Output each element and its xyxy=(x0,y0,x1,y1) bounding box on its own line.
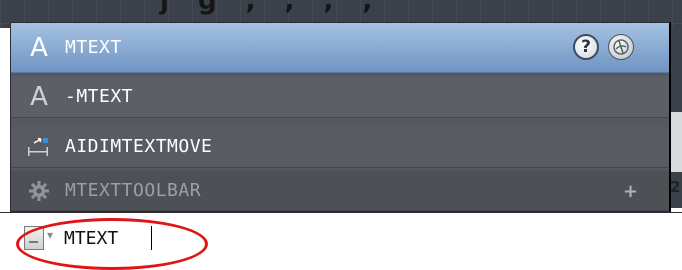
help-icon[interactable]: ? xyxy=(573,34,599,60)
autocomplete-item-mtexttoolbar[interactable]: MTEXTTOOLBAR + xyxy=(11,171,669,211)
gear-icon xyxy=(21,179,57,203)
red-highlight-annotation xyxy=(16,218,208,270)
autocomplete-item-label: AIDIMTEXTMOVE xyxy=(65,136,213,157)
autocomplete-item-label: MTEXTTOOLBAR xyxy=(65,180,202,201)
mtext-a-icon: A xyxy=(30,81,48,112)
search-web-icon[interactable] xyxy=(608,34,634,60)
right-panel-number: 2 xyxy=(670,178,681,196)
autocomplete-item-aidimtextmove[interactable]: AIDIMTEXTMOVE xyxy=(11,126,669,168)
autocomplete-item-mtext[interactable]: A MTEXT ? xyxy=(11,23,669,73)
dimension-text-move-icon xyxy=(21,135,57,159)
autocomplete-item-label: MTEXT xyxy=(65,37,122,58)
autocomplete-item-dash-mtext[interactable]: A -MTEXT xyxy=(11,76,669,118)
autocomplete-item-label: -MTEXT xyxy=(65,86,134,107)
command-autocomplete-list: A MTEXT ? A -MTEXT AIDIMTEXTMOVE MTEXTTO… xyxy=(10,22,671,212)
mtext-a-icon: A xyxy=(30,32,48,63)
canvas-drawn-content: ϳ g , , , , xyxy=(160,0,383,16)
expand-plus-icon[interactable]: + xyxy=(623,181,638,202)
